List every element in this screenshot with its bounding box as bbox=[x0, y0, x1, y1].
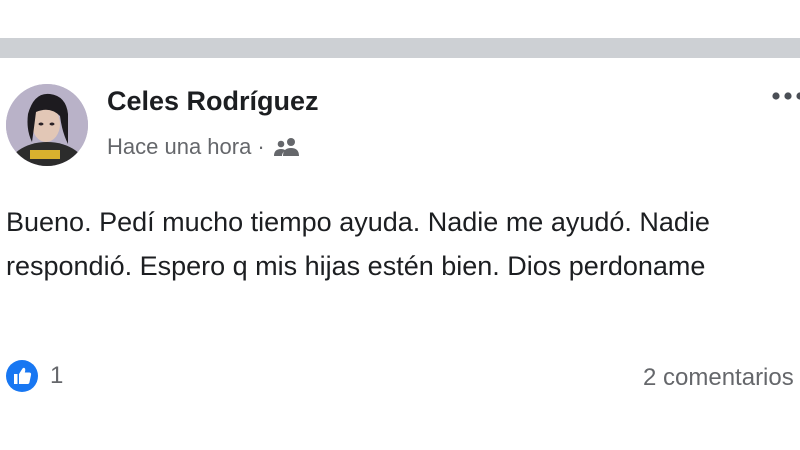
like-count: 1 bbox=[50, 362, 64, 389]
post-card: Celes Rodríguez Hace una hora · Bueno. P… bbox=[0, 58, 800, 450]
reactions-summary[interactable]: 1 bbox=[6, 360, 63, 392]
like-icon bbox=[6, 360, 38, 392]
post-text: Bueno. Pedí mucho tiempo ayuda. Nadie me… bbox=[6, 207, 710, 281]
avatar-image bbox=[6, 84, 88, 166]
comments-count-link[interactable]: 2 comentarios bbox=[643, 364, 794, 392]
meta-separator: · bbox=[257, 134, 265, 159]
previous-post-bottom bbox=[0, 0, 800, 38]
post-timestamp[interactable]: Hace una hora bbox=[107, 134, 251, 160]
page: Celes Rodríguez Hace una hora · Bueno. P… bbox=[0, 0, 800, 450]
more-options-icon[interactable] bbox=[770, 90, 800, 102]
avatar[interactable] bbox=[6, 84, 88, 166]
friends-icon[interactable] bbox=[273, 137, 301, 157]
feed-separator bbox=[0, 38, 800, 58]
author-name[interactable]: Celes Rodríguez bbox=[107, 86, 319, 117]
post-meta: Hace una hora · bbox=[107, 134, 301, 160]
